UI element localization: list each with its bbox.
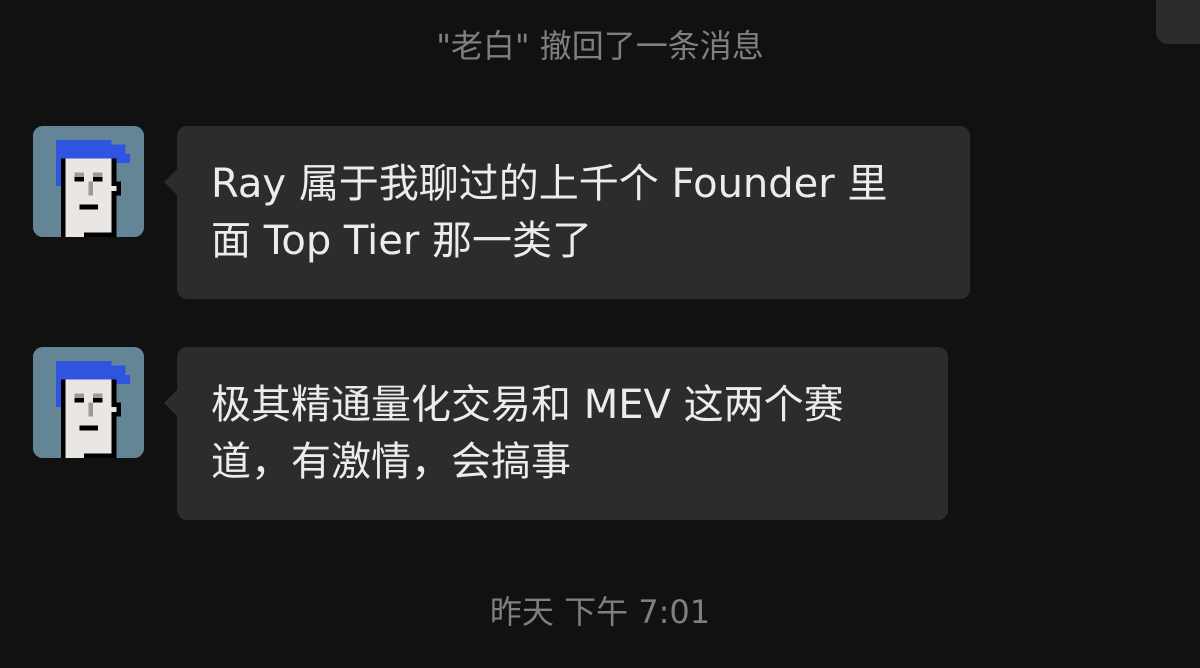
pixel-punk-avatar-icon[interactable] <box>33 347 144 458</box>
message-bubble[interactable]: Ray 属于我聊过的上千个 Founder 里 面 Top Tier 那一类了 <box>164 126 970 299</box>
recall-notice: "老白" 撤回了一条消息 <box>436 27 764 65</box>
message-text-line: 极其精通量化交易和 MEV 这两个赛 <box>211 382 844 428</box>
message-bubble[interactable]: 极其精通量化交易和 MEV 这两个赛 道，有激情，会搞事 <box>164 347 948 520</box>
pixel-punk-avatar-icon[interactable] <box>33 126 144 237</box>
message-timestamp: 昨天 下午 7:01 <box>489 593 711 631</box>
message-text-line: 面 Top Tier 那一类了 <box>211 218 593 264</box>
message-text-line: Ray 属于我聊过的上千个 Founder 里 <box>211 161 888 207</box>
message-text-line: 道，有激情，会搞事 <box>211 439 571 485</box>
